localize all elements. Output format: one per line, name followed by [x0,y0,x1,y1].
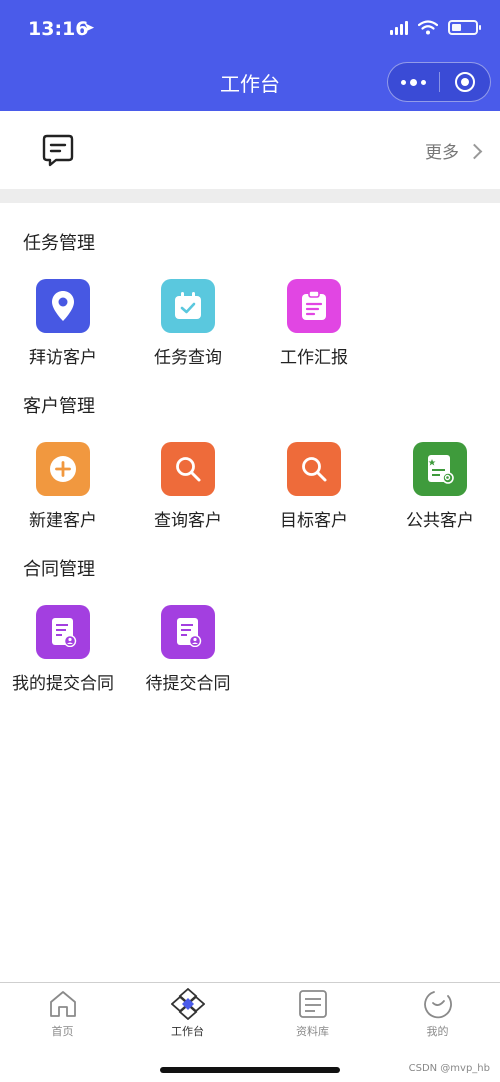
tile-label: 新建客户 [29,511,97,531]
target-icon [454,72,475,92]
notice-row[interactable]: 更多 [0,111,500,189]
tab-workbench[interactable]: 工作台 [125,987,250,1039]
more-link[interactable]: 更多 [425,138,483,163]
tab-library[interactable]: 资料库 [250,987,375,1039]
section-title-customer: 客户管理 [23,396,95,417]
tab-label: 我的 [426,1025,449,1038]
calendar-check-icon [161,279,215,333]
tile-label: 目标客户 [280,511,348,531]
battery-icon [448,20,481,35]
watermark: CSDN @mvp_hb [408,1063,490,1074]
tab-home[interactable]: 首页 [0,987,125,1039]
contract-document-icon [161,605,215,659]
tile-my-submitted-contracts[interactable]: 我的提交合同 [0,605,126,694]
tab-profile[interactable]: 我的 [375,987,500,1039]
profile-icon [423,991,452,1019]
home-indicator [160,1067,340,1073]
plus-circle-icon [36,442,90,496]
tile-label: 查询客户 [154,511,222,531]
message-icon [42,134,74,167]
tab-label: 首页 [51,1025,74,1038]
tile-label: 我的提交合同 [12,674,114,694]
divider [0,189,500,203]
public-document-icon [413,442,467,496]
location-arrow-icon: ➤ [83,20,95,36]
tile-label: 公共客户 [406,511,474,531]
section-title-task: 任务管理 [23,233,95,254]
search-icon [287,442,341,496]
more-menu-button[interactable] [388,78,439,86]
tile-label: 拜访客户 [29,348,97,368]
location-pin-icon [36,279,90,333]
tile-visit-customer[interactable]: 拜访客户 [0,279,126,368]
app-header: 13:16 ➤ 工作台 [0,0,500,111]
tile-label: 任务查询 [154,348,222,368]
close-mini-program-button[interactable] [439,72,490,92]
status-time: 13:16 [28,18,89,40]
wifi-icon [418,20,438,35]
mini-program-capsule [387,62,491,102]
tile-query-customer[interactable]: 查询客户 [125,442,251,531]
chevron-right-icon [466,143,483,159]
tile-work-report[interactable]: 工作汇报 [251,279,377,368]
search-icon [161,442,215,496]
home-icon [49,991,76,1017]
cellular-signal-icon [390,20,408,35]
library-icon [298,990,327,1018]
tile-task-query[interactable]: 任务查询 [125,279,251,368]
tile-new-customer[interactable]: 新建客户 [0,442,126,531]
tile-public-customer[interactable]: 公共客户 [377,442,500,531]
tile-label: 工作汇报 [280,348,348,368]
workbench-icon [170,988,205,1020]
status-icons [390,20,481,35]
tile-pending-contracts[interactable]: 待提交合同 [125,605,251,694]
section-title-contract: 合同管理 [23,559,95,580]
tab-label: 工作台 [171,1025,204,1038]
tile-target-customer[interactable]: 目标客户 [251,442,377,531]
more-label: 更多 [425,143,459,163]
report-clipboard-icon [287,279,341,333]
tab-label: 资料库 [296,1025,329,1038]
contract-document-icon [36,605,90,659]
tile-label: 待提交合同 [145,674,231,694]
